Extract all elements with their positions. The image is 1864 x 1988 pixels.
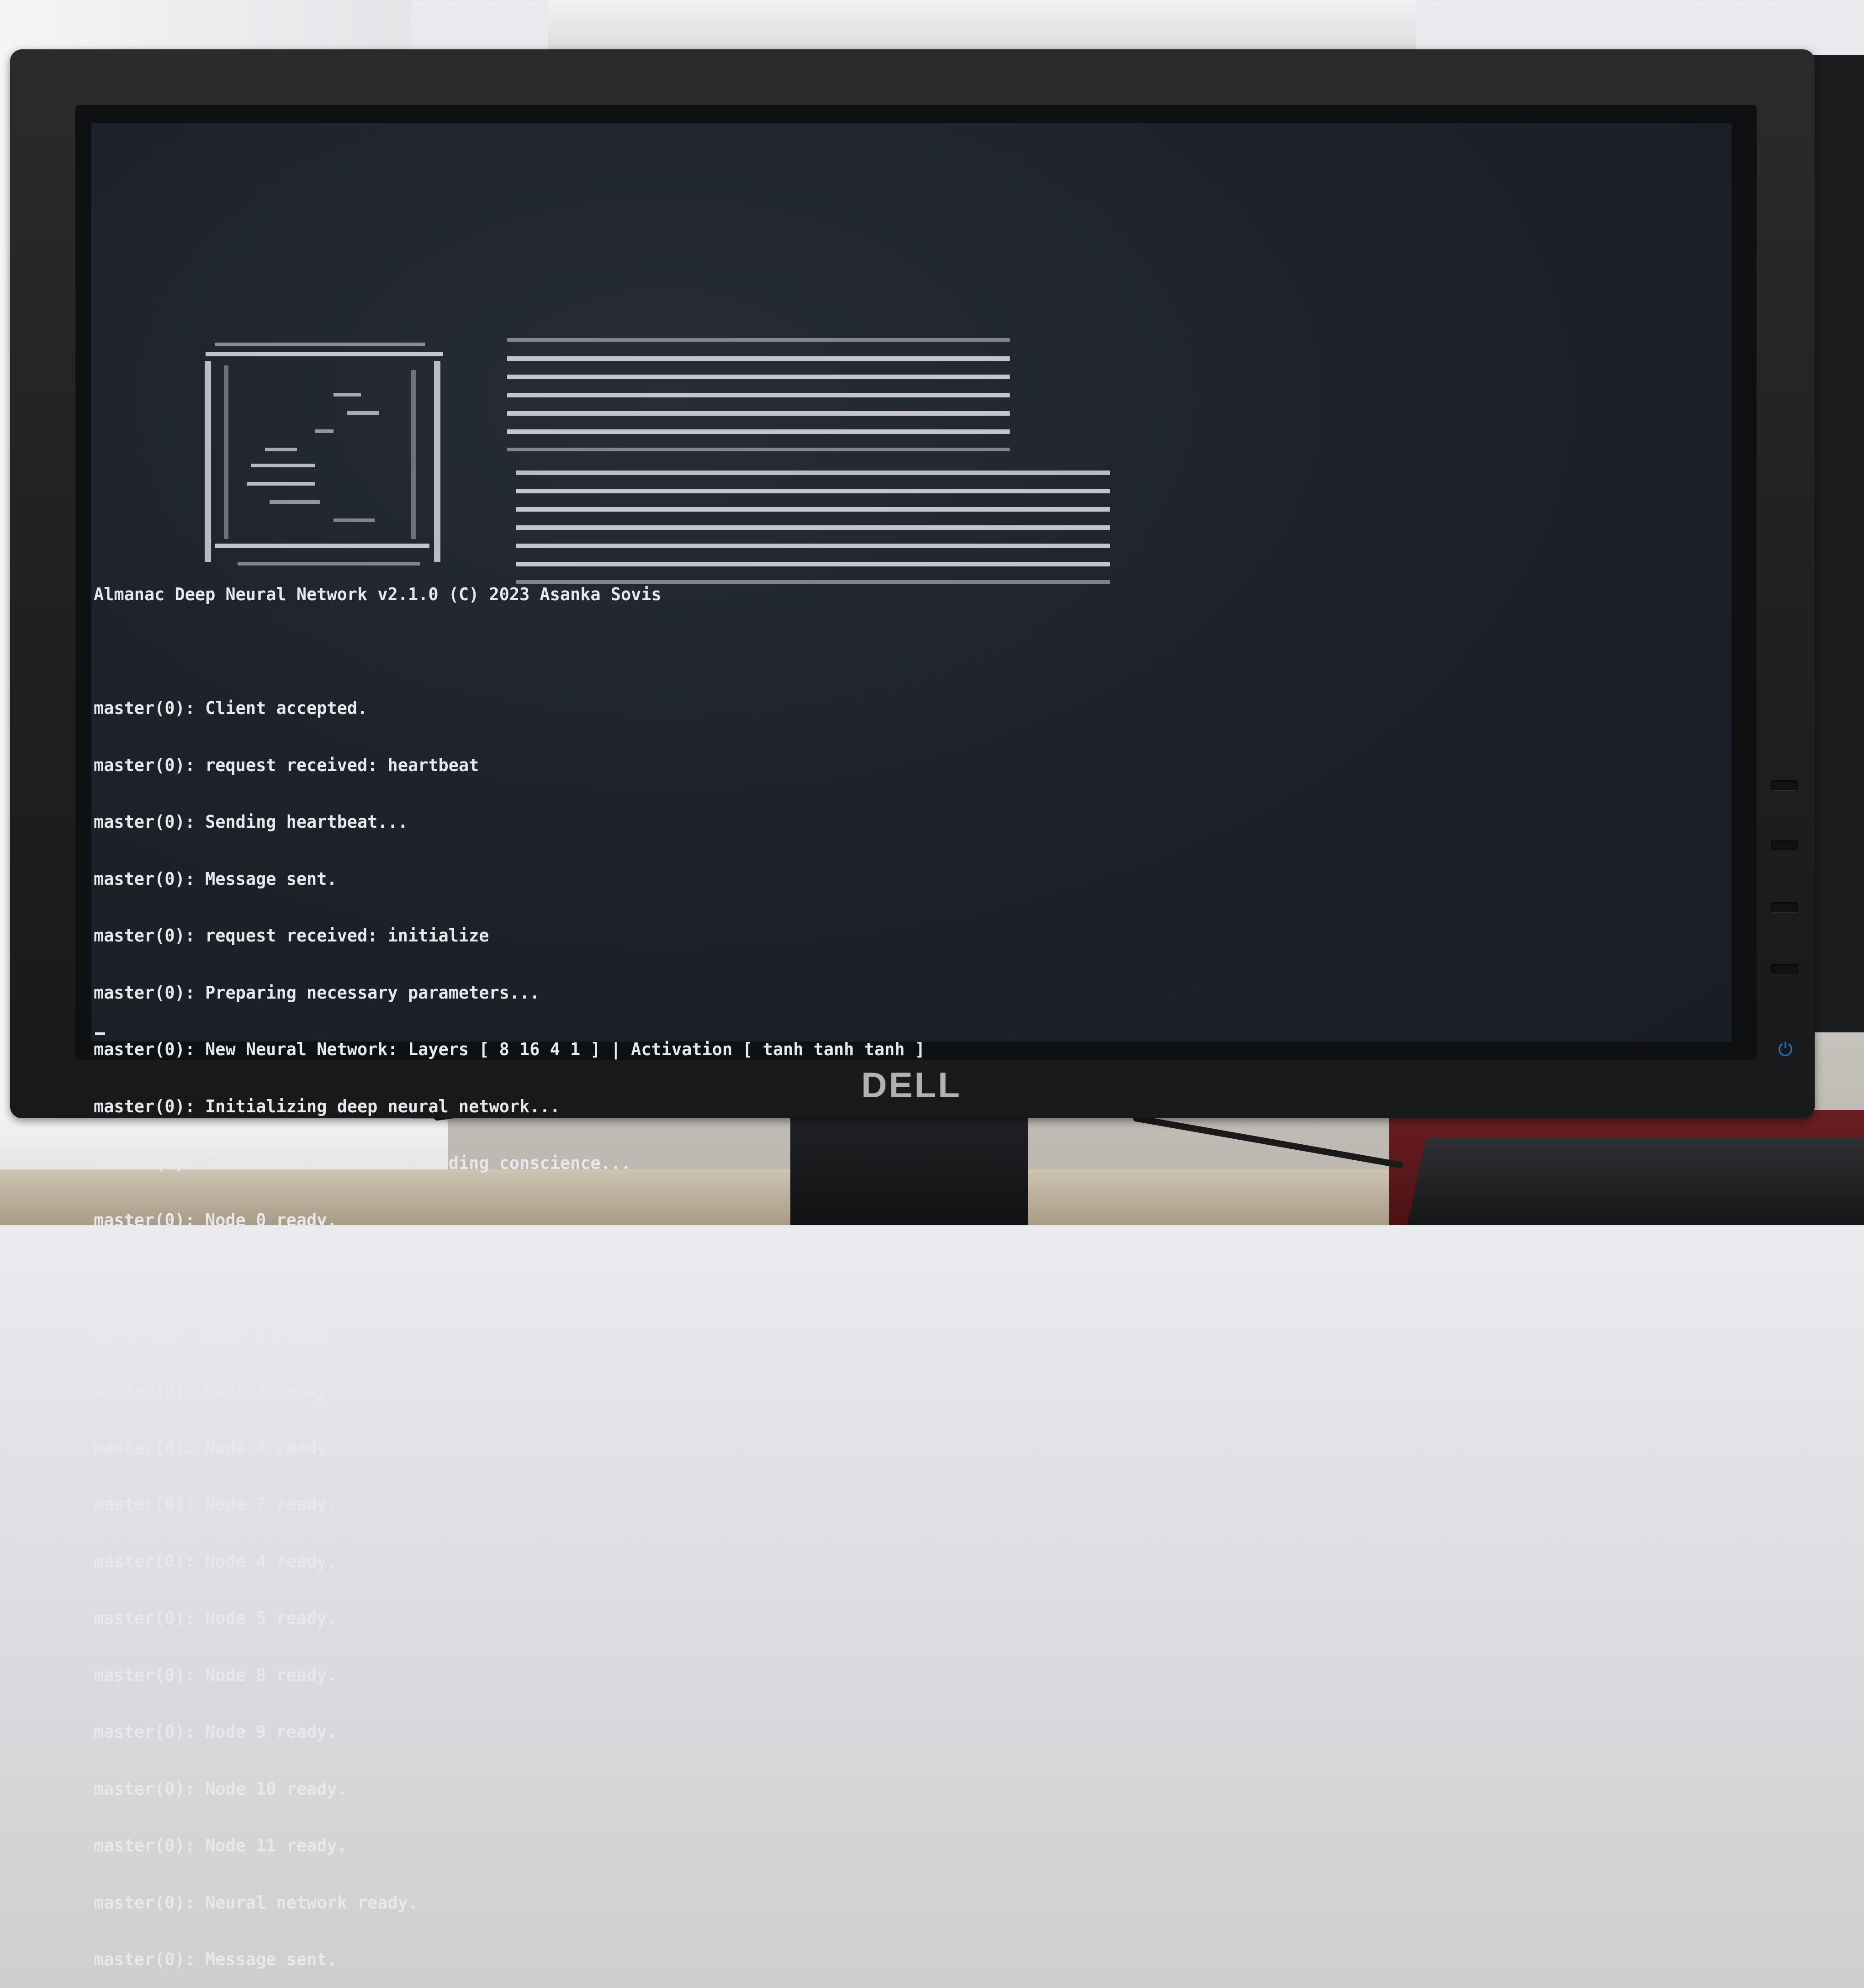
terminal-header: Almanac Deep Neural Network v2.1.0 (C) 2… xyxy=(94,584,662,604)
terminal-line: master(0): Node 9 ready. xyxy=(94,1722,337,1742)
monitor-button[interactable] xyxy=(1771,902,1798,912)
terminal-line: master(0): request received: initialize xyxy=(94,925,489,946)
terminal-line: master(0): Sending heartbeat... xyxy=(94,812,408,832)
monitor-button[interactable] xyxy=(1771,841,1798,851)
terminal-line: master(0): Neural network ready. xyxy=(94,1892,418,1913)
terminal-line: master(0): Preparing necessary parameter… xyxy=(94,982,540,1003)
terminal-line: master(0): New Neural Network: Layers [ … xyxy=(94,1039,925,1059)
terminal-log: Almanac Deep Neural Network v2.1.0 (C) 2… xyxy=(94,547,925,1988)
desk-speaker xyxy=(1407,1137,1864,1225)
terminal-line: master(0): Node 1 ready. xyxy=(94,1323,337,1344)
terminal-line: master(0): Node 7 ready. xyxy=(94,1494,337,1514)
terminal-line: master(0): request received: heartbeat xyxy=(94,755,479,775)
terminal-line: master(0): Node 0 ready. xyxy=(94,1210,337,1230)
terminal-line: master(0): Node 6 ready. xyxy=(94,1437,337,1458)
terminal-line: master(0): Message sent. xyxy=(94,868,337,889)
terminal-line: master(0): Node 8 ready. xyxy=(94,1665,337,1685)
terminal-line: master(0): Node 10 ready. xyxy=(94,1778,347,1799)
power-icon[interactable]: ⏻ xyxy=(1773,1037,1798,1063)
terminal-line: master(0): Node 5 ready. xyxy=(94,1608,337,1628)
terminal-cursor xyxy=(95,1032,105,1035)
terminal-line: master(0): Node 4 ready. xyxy=(94,1551,337,1571)
adjacent-monitor xyxy=(1809,55,1864,1032)
monitor-button[interactable] xyxy=(1771,964,1798,974)
dell-logo: DELL xyxy=(861,1065,962,1105)
monitor-menu-button[interactable] xyxy=(1771,780,1798,790)
cable xyxy=(1132,1115,1404,1169)
terminal-line: master(0): Node 3 ready. xyxy=(94,1380,337,1401)
terminal-line: master(0): Message sent. xyxy=(94,1949,337,1969)
terminal-line: master(0): Node 11 ready. xyxy=(94,1835,347,1856)
terminal-line: master(0): Node 2 ready. xyxy=(94,1267,337,1287)
terminal-line: master(0): Conscience detected. Loading … xyxy=(94,1153,631,1173)
terminal-line: master(0): Initializing deep neural netw… xyxy=(94,1096,560,1116)
terminal-line: master(0): Client accepted. xyxy=(94,698,368,718)
background-shelf xyxy=(548,0,1416,55)
